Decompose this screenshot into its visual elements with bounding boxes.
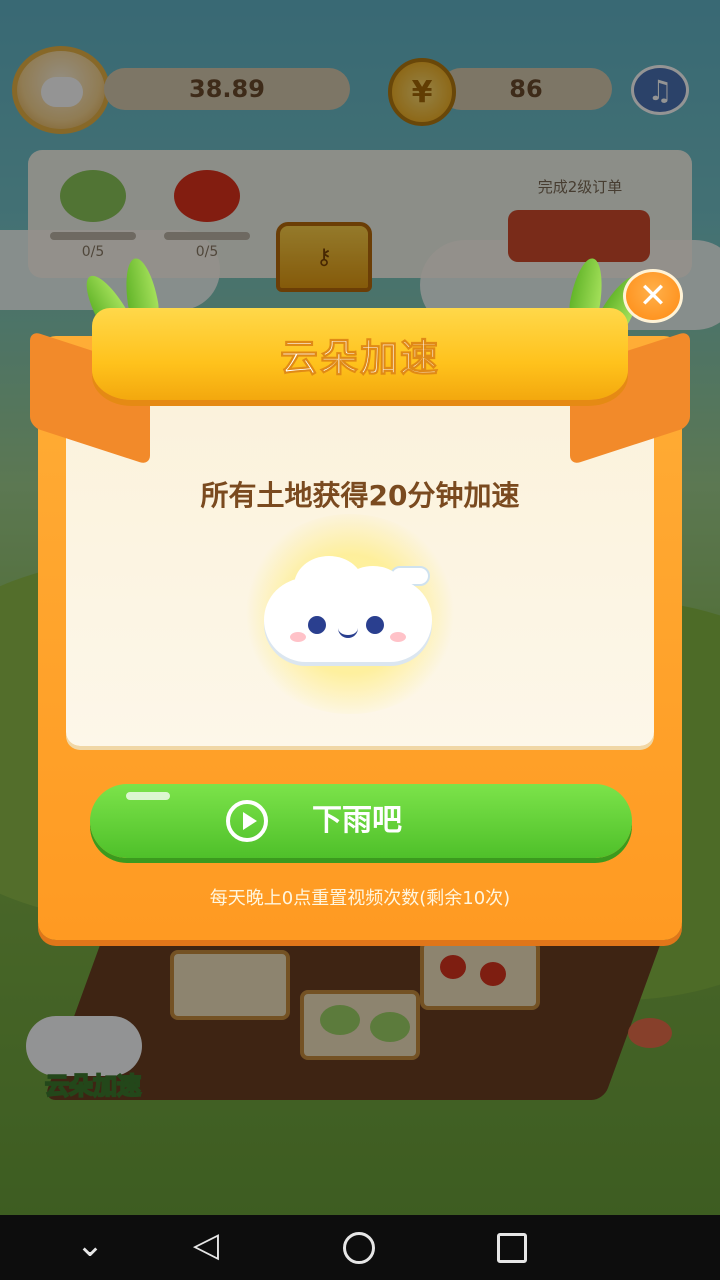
dialog-title: 云朵加速 xyxy=(279,335,440,380)
chevron-down-icon[interactable]: ⌄ xyxy=(70,1228,110,1262)
back-icon[interactable]: ◁ xyxy=(186,1228,226,1262)
home-icon[interactable] xyxy=(343,1232,375,1264)
make-rain-button[interactable]: 下雨吧 xyxy=(90,784,632,858)
recent-apps-icon[interactable] xyxy=(497,1233,527,1263)
title-ribbon: 云朵加速 xyxy=(30,252,690,512)
system-navigation-bar: ⌄ ◁ xyxy=(0,1215,720,1280)
cloud-eye xyxy=(366,616,384,634)
cloud-body xyxy=(264,578,432,662)
ribbon-band: 云朵加速 xyxy=(92,308,628,400)
cloud-mascot-icon xyxy=(240,514,460,714)
cloud-blush xyxy=(290,632,306,642)
close-button[interactable]: ✕ xyxy=(623,269,683,323)
dialog-description: 所有土地获得20分钟加速 xyxy=(200,479,520,512)
cloud-eye xyxy=(308,616,326,634)
play-video-icon xyxy=(226,800,268,842)
video-reset-note: 每天晚上0点重置视频次数(剩余10次) xyxy=(209,888,511,909)
button-shine xyxy=(126,792,170,800)
cloud-blush xyxy=(390,632,406,642)
make-rain-label: 下雨吧 xyxy=(312,803,402,838)
close-icon: ✕ xyxy=(638,276,668,316)
